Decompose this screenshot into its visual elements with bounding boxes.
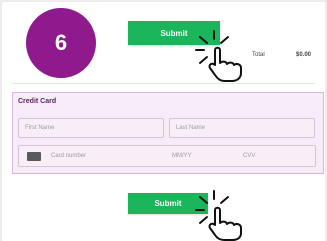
credit-card-icon xyxy=(27,152,41,161)
total-label: Total xyxy=(252,52,265,58)
cvv-placeholder: CVV xyxy=(243,153,256,159)
pointer-hand-icon xyxy=(195,190,242,241)
total-value: $0.00 xyxy=(296,52,312,58)
pointer-hand-icon xyxy=(195,30,242,82)
first-name-placeholder: First Name xyxy=(25,125,55,131)
expiry-placeholder: MM/YY xyxy=(172,153,192,159)
first-name-field[interactable]: First Name xyxy=(18,118,164,138)
left-border xyxy=(0,0,2,241)
credit-card-title: Credit Card xyxy=(18,98,57,105)
step-badge: 6 xyxy=(26,8,96,78)
step-number: 6 xyxy=(54,30,68,55)
last-name-field[interactable]: Last Name xyxy=(169,118,315,138)
last-name-placeholder: Last Name xyxy=(176,125,206,131)
card-number-placeholder: Card number xyxy=(51,153,87,159)
divider xyxy=(12,83,315,84)
top-border xyxy=(0,0,327,2)
